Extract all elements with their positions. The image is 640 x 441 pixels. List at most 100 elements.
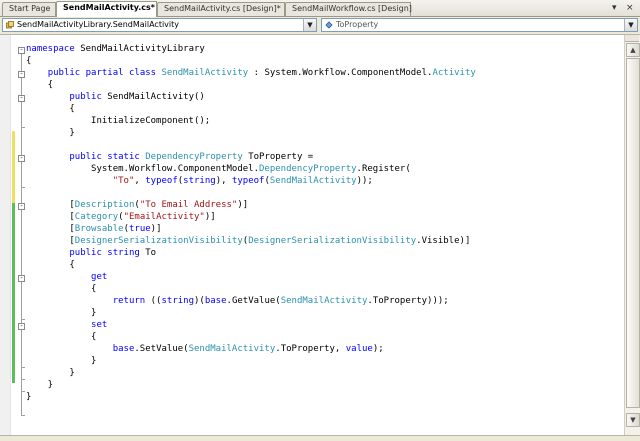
member-dropdown[interactable]: ToProperty ▼ — [321, 18, 638, 32]
code-line[interactable]: { — [26, 55, 31, 67]
code-token: partial — [85, 68, 124, 78]
scroll-down-icon[interactable]: ▼ — [626, 413, 640, 427]
code-token: { — [26, 284, 97, 294]
code-line[interactable]: { — [26, 79, 53, 91]
type-dropdown-value: SendMailActivityLibrary.SendMailActivity — [17, 20, 180, 29]
chevron-down-icon[interactable]: ▼ — [624, 19, 637, 31]
code-token: } — [26, 356, 97, 366]
code-line[interactable]: public partial class SendMailActivity : … — [26, 67, 476, 79]
code-line[interactable]: } — [26, 127, 75, 139]
code-token: [ — [26, 212, 75, 222]
tab-sendmailactivity-cs[interactable]: SendMailActivity.cs* — [56, 1, 157, 17]
navigation-bar: SendMailActivityLibrary.SendMailActivity… — [0, 17, 640, 35]
code-line[interactable]: base.SetValue(SendMailActivity.ToPropert… — [26, 343, 384, 355]
code-line[interactable]: get — [26, 271, 107, 283]
code-line[interactable]: System.Workflow.ComponentModel.Dependenc… — [26, 163, 411, 175]
unsaved-change-marker — [12, 131, 15, 203]
code-line[interactable]: [Category("EmailActivity")] — [26, 211, 215, 223]
collapse-icon[interactable]: - — [18, 323, 25, 330]
code-token: static — [107, 152, 140, 162]
outline-line — [21, 102, 22, 127]
code-token: SendMailActivity — [188, 344, 276, 354]
chevron-down-icon[interactable]: ▼ — [303, 19, 316, 31]
tab-sendmailworkflow-design[interactable]: SendMailWorkflow.cs [Design] — [285, 2, 412, 16]
type-dropdown[interactable]: SendMailActivityLibrary.SendMailActivity… — [2, 18, 317, 32]
code-token: DesignerSerializationVisibility — [248, 236, 417, 246]
scrollbar-thumb[interactable] — [626, 58, 640, 408]
code-line[interactable]: namespace SendMailActivityLibrary — [26, 43, 205, 55]
collapse-icon[interactable]: - — [18, 71, 25, 78]
code-token: "To Email Address" — [139, 200, 238, 210]
code-token: public — [69, 152, 102, 162]
collapse-icon[interactable]: - — [18, 155, 25, 162]
code-token: { — [26, 332, 97, 342]
code-token: return — [112, 296, 146, 306]
code-token: DependencyProperty — [145, 152, 243, 162]
code-token: : System.Workflow.ComponentModel. — [248, 68, 433, 78]
code-token: [ — [26, 200, 75, 210]
code-token: SendMailActivity — [269, 176, 357, 186]
code-token: ToProperty = — [242, 152, 314, 162]
code-token: System.Workflow.ComponentModel. — [26, 164, 259, 174]
code-token: .Register( — [356, 164, 411, 174]
class-icon — [6, 21, 14, 29]
code-token: } — [26, 308, 97, 318]
code-line[interactable]: return ((string)(base.GetValue(SendMailA… — [26, 295, 449, 307]
code-token: } — [26, 380, 54, 390]
code-editor[interactable]: - - - - - - - namespace SendMailActivity… — [0, 35, 624, 435]
vertical-scrollbar[interactable]: ▲ ▼ — [624, 35, 640, 435]
outline-line — [21, 162, 22, 187]
code-line[interactable]: [Description("To Email Address")] — [26, 199, 248, 211]
scroll-up-icon[interactable]: ▲ — [626, 43, 640, 57]
code-line[interactable]: } — [26, 367, 74, 379]
code-token: .ToProperty))); — [367, 296, 449, 306]
code-token: .ToProperty, — [275, 344, 346, 354]
collapse-icon[interactable]: - — [18, 47, 25, 54]
code-line[interactable]: { — [26, 283, 96, 295]
code-line[interactable]: [Browsable(true)] — [26, 223, 162, 235]
code-token: set — [91, 320, 108, 330]
collapse-icon[interactable]: - — [18, 95, 25, 102]
code-line[interactable]: { — [26, 103, 74, 115]
code-token: .Visible)] — [416, 236, 471, 246]
bottom-border — [0, 435, 640, 441]
editor-splitter[interactable] — [625, 35, 639, 42]
code-line[interactable]: public static DependencyProperty ToPrope… — [26, 151, 313, 163]
code-token: Description — [74, 200, 135, 210]
code-line[interactable]: } — [26, 391, 31, 403]
collapse-icon[interactable]: - — [18, 203, 25, 210]
code-token: public — [69, 248, 102, 258]
code-line[interactable]: InitializeComponent(); — [26, 115, 210, 127]
code-token: } — [26, 128, 75, 138]
code-line[interactable]: public SendMailActivity() — [26, 91, 204, 103]
code-line[interactable]: { — [26, 331, 96, 343]
code-token: .GetValue( — [226, 296, 281, 306]
code-line[interactable]: "To", typeof(string), typeof(SendMailAct… — [26, 175, 373, 187]
code-token: )( — [194, 296, 205, 306]
code-line[interactable]: [DesignerSerializationVisibility(Designe… — [26, 235, 470, 247]
outline-line — [21, 282, 22, 319]
code-line[interactable]: set — [26, 319, 107, 331]
tab-sendmailactivity-design[interactable]: SendMailActivity.cs [Design]* — [157, 2, 285, 16]
code-token: ), — [215, 176, 232, 186]
code-line[interactable]: } — [26, 355, 96, 367]
tab-start-page[interactable]: Start Page — [2, 2, 56, 16]
close-document-icon[interactable]: × — [626, 2, 634, 14]
code-line[interactable]: } — [26, 307, 96, 319]
code-line[interactable]: { — [26, 259, 74, 271]
code-token: Category — [74, 212, 119, 222]
code-token: class — [128, 68, 157, 78]
code-token: typeof — [145, 176, 178, 186]
code-line[interactable]: public string To — [26, 247, 156, 259]
tab-list-dropdown-icon[interactable]: ▾ — [612, 2, 617, 14]
collapse-icon[interactable]: - — [18, 275, 25, 282]
outline-end — [21, 367, 25, 368]
code-line[interactable]: } — [26, 379, 53, 391]
document-tab-strip: Start Page SendMailActivity.cs* SendMail… — [0, 0, 640, 17]
code-token: )] — [150, 224, 162, 234]
